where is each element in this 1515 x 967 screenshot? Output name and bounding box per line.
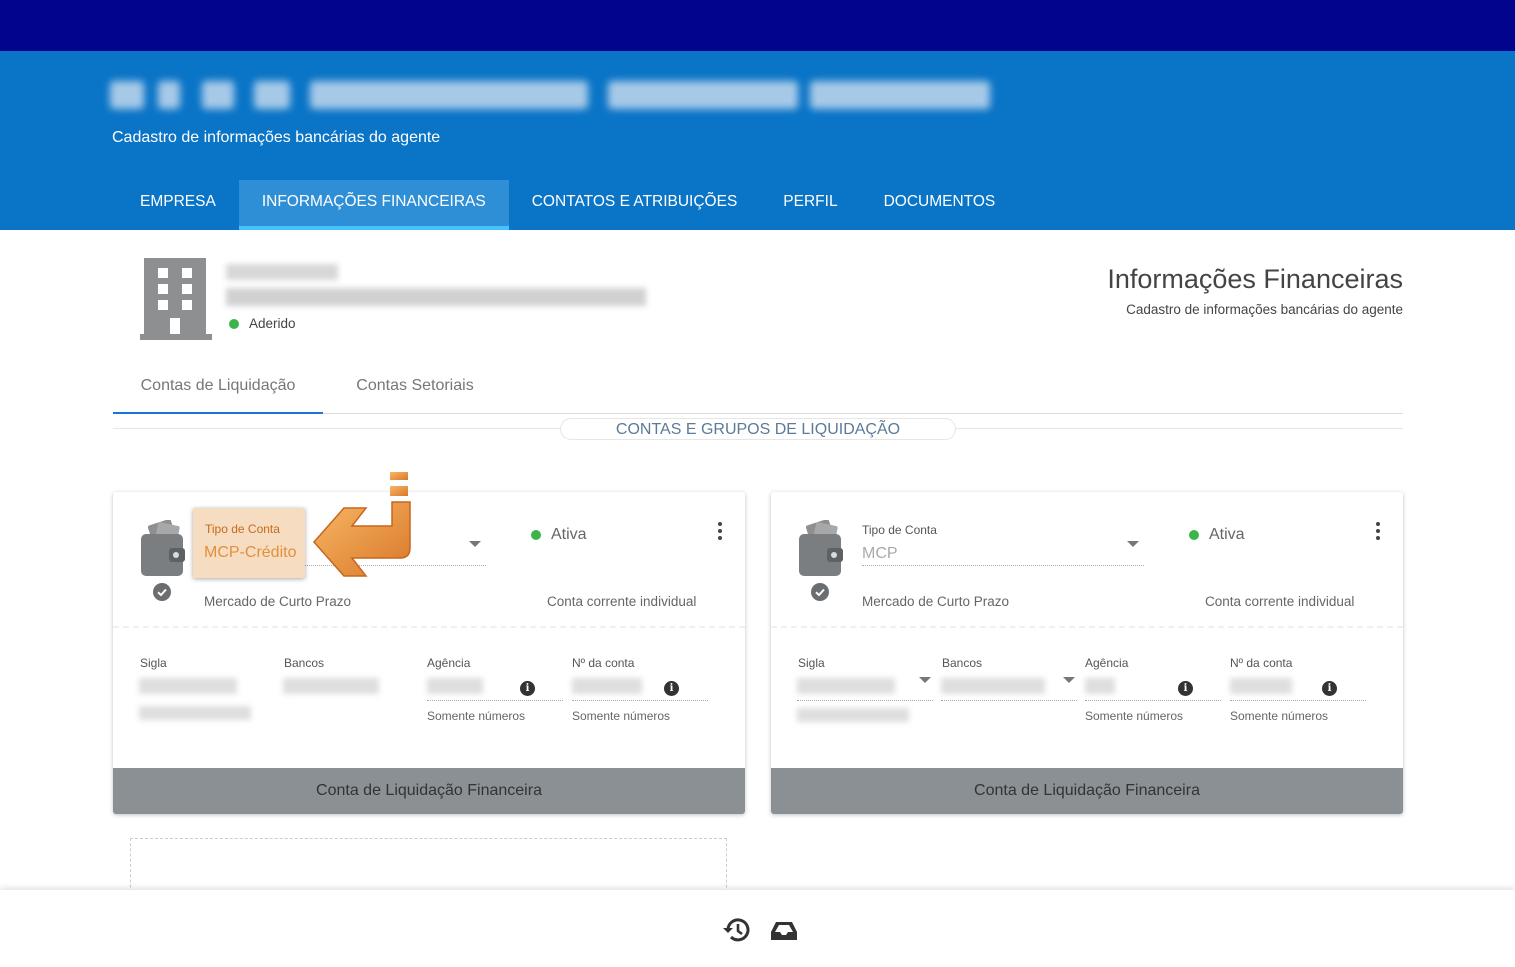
agencia-underline (427, 700, 563, 701)
tab-informacoes-financeiras[interactable]: INFORMAÇÕES FINANCEIRAS (238, 180, 509, 230)
chevron-down-icon[interactable] (469, 541, 481, 547)
bancos-label: Bancos (284, 656, 325, 670)
sub-tabs: Contas de Liquidação Contas Setoriais (113, 368, 1403, 414)
sigla-name-redacted (797, 708, 909, 722)
sigla-field[interactable] (797, 678, 895, 694)
mercado-text: Mercado de Curto Prazo (204, 594, 352, 609)
chevron-down-icon[interactable] (919, 677, 931, 683)
conta-field[interactable] (1230, 678, 1292, 694)
more-options-icon[interactable] (1368, 520, 1388, 546)
conta-tipo-text: Conta corrente individual (547, 594, 697, 609)
company-status-label: Aderido (249, 316, 296, 331)
mercado-text: Mercado de Curto Prazo (862, 594, 1010, 609)
card-divider (113, 626, 745, 628)
status-dot (531, 530, 541, 540)
tipo-conta-underline (862, 565, 1144, 566)
conta-label: Nº da conta (572, 656, 635, 670)
bancos-underline (941, 700, 1077, 701)
header-subtitle: Cadastro de informações bancárias do age… (112, 129, 441, 146)
sigla-field[interactable] (139, 678, 237, 694)
highlight-label: Tipo de Conta (205, 522, 280, 536)
agencia-field[interactable] (1085, 678, 1115, 694)
page-title: Informações Financeiras (1107, 264, 1403, 294)
tipo-conta-label: Tipo de Conta (862, 523, 937, 537)
agencia-label: Agência (427, 656, 471, 670)
conta-label: Nº da conta (1230, 656, 1293, 670)
conta-tipo-text: Conta corrente individual (1205, 594, 1355, 609)
tipo-conta-highlight: Tipo de Conta MCP-Crédito (193, 508, 305, 578)
main-nav: EMPRESA INFORMAÇÕES FINANCEIRAS CONTATOS… (117, 180, 1018, 230)
company-status: Aderido (229, 316, 296, 331)
conta-underline (1230, 700, 1366, 701)
agencia-hint: Somente números (1085, 709, 1184, 723)
conta-underline (572, 700, 708, 701)
more-options-icon[interactable] (710, 520, 730, 546)
page-subtitle: Cadastro de informações bancárias do age… (1126, 302, 1403, 317)
add-account-placeholder[interactable] (130, 838, 727, 898)
liquidacao-footer-button[interactable]: Conta de Liquidação Financeira (113, 768, 745, 814)
sigla-name-redacted (139, 706, 251, 720)
chevron-down-icon[interactable] (1127, 541, 1139, 547)
tab-empresa[interactable]: EMPRESA (117, 180, 239, 230)
subtab-contas-setoriais[interactable]: Contas Setoriais (335, 368, 495, 414)
sigla-underline (797, 700, 933, 701)
conta-field[interactable] (572, 678, 642, 694)
tab-perfil[interactable]: PERFIL (760, 180, 860, 230)
agent-name-redacted (110, 75, 1000, 115)
wallet-icon (799, 520, 843, 576)
tipo-conta-select[interactable]: MCP (862, 545, 898, 563)
bancos-label: Bancos (942, 656, 983, 670)
chevron-down-icon[interactable] (1063, 677, 1075, 683)
account-status: Ativa (531, 526, 587, 544)
status-dot (229, 318, 239, 329)
info-icon[interactable]: i (520, 681, 535, 696)
app-header: Cadastro de informações bancárias do age… (0, 51, 1515, 230)
agencia-underline (1085, 700, 1221, 701)
conta-hint: Somente números (1230, 709, 1329, 723)
info-icon[interactable]: i (1322, 681, 1337, 696)
info-icon[interactable]: i (664, 681, 679, 696)
bancos-field[interactable] (283, 678, 379, 694)
highlight-value: MCP-Crédito (204, 544, 297, 561)
agencia-field[interactable] (427, 678, 483, 694)
company-code-redacted (226, 264, 338, 280)
status-dot (1189, 530, 1199, 540)
account-status-label: Ativa (1209, 526, 1245, 543)
tab-contatos-e-atribuicoes[interactable]: CONTATOS E ATRIBUIÇÕES (509, 180, 761, 230)
card-divider (771, 626, 1403, 628)
building-icon (140, 258, 212, 340)
tab-documentos[interactable]: DOCUMENTOS (861, 180, 1019, 230)
agencia-label: Agência (1085, 656, 1129, 670)
sigla-label: Sigla (140, 656, 167, 670)
check-circle-icon (153, 583, 171, 601)
check-circle-icon (811, 583, 829, 601)
conta-hint: Somente números (572, 709, 671, 723)
history-icon[interactable] (722, 914, 754, 946)
inbox-icon[interactable] (768, 914, 800, 946)
section-title: CONTAS E GRUPOS DE LIQUIDAÇÃO (560, 418, 956, 440)
wallet-icon (141, 520, 185, 576)
subtab-contas-de-liquidacao[interactable]: Contas de Liquidação (113, 368, 323, 414)
pointer-arrow-icon (312, 472, 411, 577)
bancos-field[interactable] (941, 678, 1045, 694)
agencia-hint: Somente números (427, 709, 526, 723)
account-card: Tipo de Conta MCP Ativa Mercado de Curto… (771, 492, 1403, 814)
bottom-action-bar (0, 890, 1515, 967)
account-status-label: Ativa (551, 526, 587, 543)
company-name-redacted (226, 288, 646, 306)
info-icon[interactable]: i (1178, 681, 1193, 696)
top-bar (0, 0, 1515, 51)
account-status: Ativa (1189, 526, 1245, 544)
sigla-label: Sigla (798, 656, 825, 670)
liquidacao-footer-button[interactable]: Conta de Liquidação Financeira (771, 768, 1403, 814)
